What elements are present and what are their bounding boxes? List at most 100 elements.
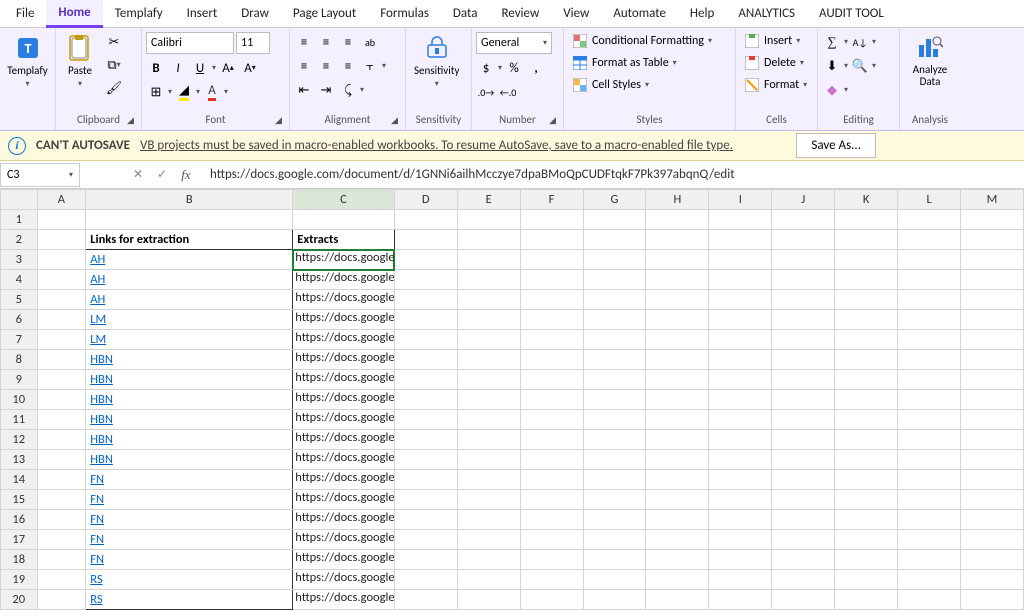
cell[interactable] bbox=[709, 330, 772, 350]
cell[interactable] bbox=[898, 590, 961, 610]
cell-styles-button[interactable]: Cell Styles▾ bbox=[568, 76, 716, 94]
row-header[interactable]: 16 bbox=[1, 510, 38, 530]
cell[interactable] bbox=[646, 370, 709, 390]
cell[interactable] bbox=[583, 330, 646, 350]
cell[interactable] bbox=[835, 550, 898, 570]
row-header[interactable]: 7 bbox=[1, 330, 38, 350]
row-header[interactable]: 12 bbox=[1, 430, 38, 450]
cell[interactable] bbox=[457, 290, 520, 310]
cell[interactable] bbox=[709, 370, 772, 390]
cell[interactable] bbox=[520, 590, 583, 610]
cell[interactable]: Links for extraction bbox=[86, 230, 293, 250]
cell[interactable] bbox=[772, 470, 835, 490]
extract-cell[interactable]: https://docs.google.com/document/d/1GNNi… bbox=[293, 390, 394, 410]
cell[interactable] bbox=[37, 330, 86, 350]
cell[interactable] bbox=[37, 370, 86, 390]
cell[interactable] bbox=[520, 310, 583, 330]
cell[interactable] bbox=[583, 490, 646, 510]
cell[interactable] bbox=[961, 270, 1024, 290]
link-cell[interactable]: HBN bbox=[86, 390, 293, 410]
cell[interactable] bbox=[583, 410, 646, 430]
cell[interactable] bbox=[709, 570, 772, 590]
cell[interactable] bbox=[37, 410, 86, 430]
cell[interactable] bbox=[37, 290, 86, 310]
cell[interactable] bbox=[898, 370, 961, 390]
tab-help[interactable]: Help bbox=[678, 1, 726, 26]
cell[interactable] bbox=[898, 270, 961, 290]
underline-button[interactable]: U bbox=[190, 58, 210, 78]
link-cell[interactable]: HBN bbox=[86, 410, 293, 430]
cell[interactable] bbox=[961, 370, 1024, 390]
clipboard-dialog-launcher[interactable]: ◢ bbox=[127, 115, 139, 127]
cell[interactable] bbox=[772, 550, 835, 570]
cell[interactable] bbox=[394, 290, 457, 310]
row-header[interactable]: 19 bbox=[1, 570, 38, 590]
cell[interactable] bbox=[835, 270, 898, 290]
cell[interactable] bbox=[646, 290, 709, 310]
cell[interactable] bbox=[835, 450, 898, 470]
sensitivity-button[interactable]: Sensitivity ▾ bbox=[410, 32, 463, 91]
cell[interactable] bbox=[394, 390, 457, 410]
extract-cell[interactable]: https://docs.google.com/document/d/1GNNi… bbox=[293, 530, 394, 550]
cell[interactable] bbox=[520, 490, 583, 510]
cell[interactable] bbox=[772, 290, 835, 310]
find-select-button[interactable]: 🔍 bbox=[850, 56, 870, 76]
cell[interactable] bbox=[835, 410, 898, 430]
cell[interactable] bbox=[898, 430, 961, 450]
analyze-data-button[interactable]: Analyze Data bbox=[904, 32, 956, 90]
cell[interactable] bbox=[520, 250, 583, 270]
cell[interactable] bbox=[394, 270, 457, 290]
row-header[interactable]: 1 bbox=[1, 210, 38, 230]
extract-cell[interactable]: https://docs.google.com/document/d/1GNNi… bbox=[293, 470, 394, 490]
cell[interactable] bbox=[583, 210, 646, 230]
cell[interactable] bbox=[457, 490, 520, 510]
cell[interactable] bbox=[772, 390, 835, 410]
font-size-select[interactable] bbox=[236, 32, 270, 54]
cell[interactable] bbox=[457, 530, 520, 550]
cell[interactable] bbox=[394, 470, 457, 490]
extract-cell[interactable]: https://docs.google.com/document/d/1GNNi… bbox=[293, 570, 394, 590]
link-cell[interactable]: AH bbox=[86, 250, 293, 270]
cell[interactable] bbox=[898, 550, 961, 570]
tab-review[interactable]: Review bbox=[489, 1, 551, 26]
cell[interactable] bbox=[772, 230, 835, 250]
cell[interactable] bbox=[646, 550, 709, 570]
cell[interactable] bbox=[961, 410, 1024, 430]
fill-color-button[interactable]: ◢ bbox=[174, 82, 194, 102]
name-box[interactable]: C3▾ bbox=[0, 163, 80, 187]
format-painter-button[interactable]: 🖌 bbox=[104, 78, 124, 98]
cell[interactable] bbox=[394, 330, 457, 350]
cell[interactable] bbox=[646, 390, 709, 410]
cell[interactable] bbox=[772, 430, 835, 450]
link-cell[interactable]: RS bbox=[86, 570, 293, 590]
orientation-button[interactable]: ⤹ bbox=[338, 80, 358, 100]
font-name-select[interactable] bbox=[146, 32, 234, 54]
cell[interactable] bbox=[772, 350, 835, 370]
extract-cell[interactable]: https://docs.google.com/document/d/1GNNi… bbox=[293, 510, 394, 530]
paste-button[interactable]: Paste ▾ bbox=[60, 32, 100, 91]
cell[interactable] bbox=[520, 550, 583, 570]
borders-button[interactable]: ⊞ bbox=[146, 82, 166, 102]
cell[interactable] bbox=[898, 450, 961, 470]
cell[interactable] bbox=[646, 350, 709, 370]
cell[interactable] bbox=[37, 210, 86, 230]
cell[interactable] bbox=[709, 550, 772, 570]
align-bottom-button[interactable]: ≡ bbox=[338, 32, 358, 52]
cell[interactable] bbox=[835, 250, 898, 270]
cell[interactable] bbox=[772, 450, 835, 470]
cell[interactable] bbox=[520, 270, 583, 290]
cell[interactable] bbox=[961, 490, 1024, 510]
cell[interactable] bbox=[709, 310, 772, 330]
column-header-C[interactable]: C bbox=[293, 190, 394, 210]
cell[interactable] bbox=[961, 250, 1024, 270]
cell[interactable] bbox=[583, 450, 646, 470]
extract-cell[interactable]: https://docs.google.com/document/d/1GNNi… bbox=[293, 350, 394, 370]
cell[interactable] bbox=[583, 350, 646, 370]
cell[interactable] bbox=[583, 310, 646, 330]
cell[interactable] bbox=[520, 570, 583, 590]
column-header-M[interactable]: M bbox=[961, 190, 1024, 210]
cell[interactable] bbox=[772, 590, 835, 610]
extract-cell[interactable]: https://docs.google.com/document/d/1GNNi… bbox=[293, 410, 394, 430]
delete-cells-button[interactable]: Delete▾ bbox=[740, 54, 811, 72]
percent-button[interactable]: % bbox=[504, 58, 524, 78]
